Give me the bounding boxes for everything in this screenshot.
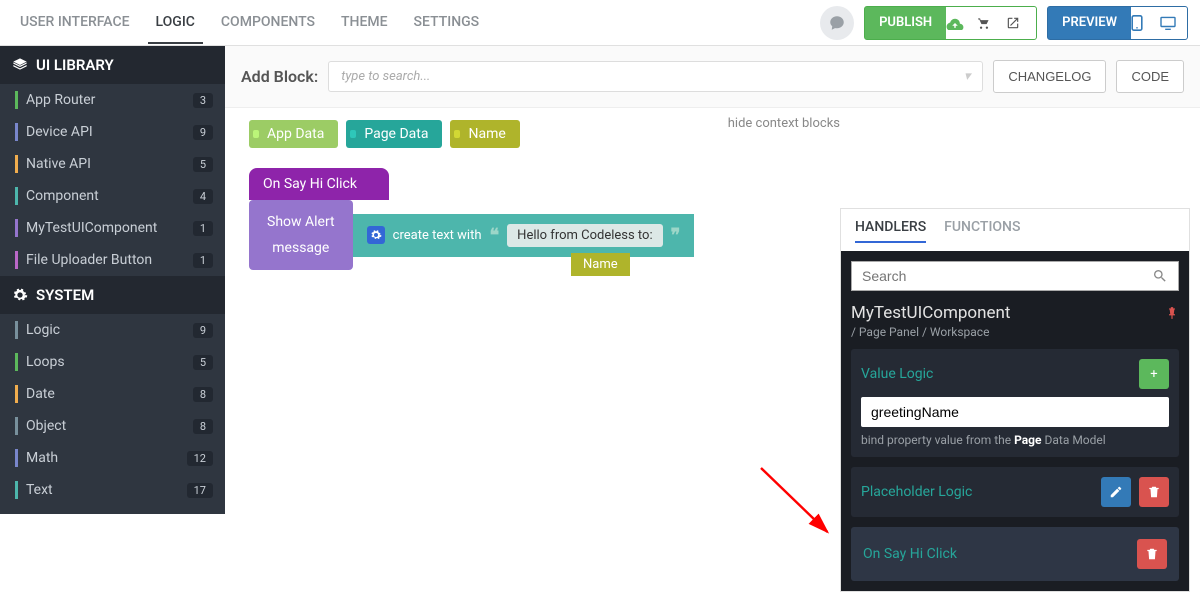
add-block-search[interactable]: type to search... ▾ bbox=[328, 61, 983, 92]
context-block-app-data[interactable]: App Data bbox=[249, 120, 338, 148]
tab-logic[interactable]: LOGIC bbox=[148, 2, 203, 44]
string-literal[interactable]: Hello from Codeless to: bbox=[507, 224, 662, 247]
sidebar-item[interactable]: Logic9 bbox=[0, 314, 225, 346]
system-header[interactable]: SYSTEM bbox=[0, 276, 225, 314]
sidebar-item[interactable]: MyTestUIComponent1 bbox=[0, 212, 225, 244]
external-link-icon[interactable] bbox=[1006, 16, 1036, 30]
code-button[interactable]: CODE bbox=[1116, 60, 1184, 93]
pin-icon[interactable] bbox=[1165, 306, 1179, 320]
value-logic-label[interactable]: Value Logic bbox=[861, 366, 933, 382]
chat-button[interactable] bbox=[820, 6, 854, 40]
gear-icon bbox=[12, 287, 28, 303]
main-tabs: USER INTERFACE LOGIC COMPONENTS THEME SE… bbox=[12, 2, 487, 44]
gear-icon[interactable] bbox=[367, 226, 385, 244]
ui-library-header[interactable]: UI LIBRARY bbox=[0, 46, 225, 84]
on-say-hi-click-handler[interactable]: On Say Hi Click bbox=[851, 527, 1179, 581]
add-logic-button[interactable]: + bbox=[1139, 359, 1169, 389]
context-block-name[interactable]: Name bbox=[450, 120, 519, 148]
cloud-upload-icon[interactable] bbox=[946, 16, 976, 30]
search-icon[interactable] bbox=[1152, 268, 1168, 284]
handler-search-input[interactable] bbox=[862, 268, 1152, 284]
annotation-arrow bbox=[752, 464, 842, 544]
desktop-preview-icon[interactable] bbox=[1159, 16, 1187, 30]
hide-context-link[interactable]: hide context blocks bbox=[728, 116, 840, 131]
sidebar-item[interactable]: Device API9 bbox=[0, 116, 225, 148]
sidebar-item[interactable]: Native API5 bbox=[0, 148, 225, 180]
sidebar-item[interactable]: Math12 bbox=[0, 442, 225, 474]
mobile-preview-icon[interactable] bbox=[1131, 15, 1159, 31]
event-hat-block[interactable]: On Say Hi Click bbox=[249, 168, 389, 200]
tab-handlers[interactable]: HANDLERS bbox=[855, 219, 926, 243]
show-alert-block[interactable]: Show Alert message bbox=[249, 200, 353, 270]
binding-hint: bind property value from the Page Data M… bbox=[861, 433, 1169, 447]
breadcrumb: / Page Panel / Workspace bbox=[851, 325, 1179, 339]
sidebar-item[interactable]: Text17 bbox=[0, 474, 225, 506]
tab-theme[interactable]: THEME bbox=[333, 2, 396, 44]
placeholder-logic-label[interactable]: Placeholder Logic bbox=[861, 484, 972, 500]
delete-handler-button[interactable] bbox=[1137, 539, 1167, 569]
component-title: MyTestUIComponent bbox=[851, 303, 1010, 323]
edit-logic-button[interactable] bbox=[1101, 477, 1131, 507]
sidebar: UI LIBRARY App Router3 Device API9 Nativ… bbox=[0, 0, 225, 514]
sidebar-item[interactable]: Component4 bbox=[0, 180, 225, 212]
tab-components[interactable]: COMPONENTS bbox=[213, 2, 323, 44]
binding-input[interactable] bbox=[861, 397, 1169, 427]
sidebar-item[interactable]: Object8 bbox=[0, 410, 225, 442]
tab-user-interface[interactable]: USER INTERFACE bbox=[12, 2, 138, 44]
sidebar-item[interactable]: File Uploader Button1 bbox=[0, 244, 225, 276]
sidebar-item[interactable]: App Router3 bbox=[0, 84, 225, 116]
changelog-button[interactable]: CHANGELOG bbox=[993, 60, 1106, 93]
block-canvas[interactable]: hide context blocks App Data Page Data N… bbox=[225, 107, 1200, 514]
tab-functions[interactable]: FUNCTIONS bbox=[944, 219, 1020, 243]
name-variable-block[interactable]: Name bbox=[571, 253, 630, 276]
preview-button[interactable]: PREVIEW bbox=[1048, 7, 1131, 39]
cart-icon[interactable] bbox=[976, 16, 1006, 30]
context-block-page-data[interactable]: Page Data bbox=[346, 120, 442, 148]
tab-settings[interactable]: SETTINGS bbox=[406, 2, 488, 44]
delete-logic-button[interactable] bbox=[1139, 477, 1169, 507]
sidebar-item[interactable]: Date8 bbox=[0, 378, 225, 410]
create-text-block[interactable]: create text with ❝ Hello from Codeless t… bbox=[353, 214, 695, 257]
chevron-down-icon: ▾ bbox=[964, 69, 971, 84]
sidebar-item[interactable]: Loops5 bbox=[0, 346, 225, 378]
handlers-panel: HANDLERS FUNCTIONS MyTestUIComponent / bbox=[840, 208, 1190, 592]
add-block-label: Add Block: bbox=[241, 67, 318, 86]
stack-icon bbox=[12, 57, 28, 73]
publish-button[interactable]: PUBLISH bbox=[865, 7, 946, 39]
